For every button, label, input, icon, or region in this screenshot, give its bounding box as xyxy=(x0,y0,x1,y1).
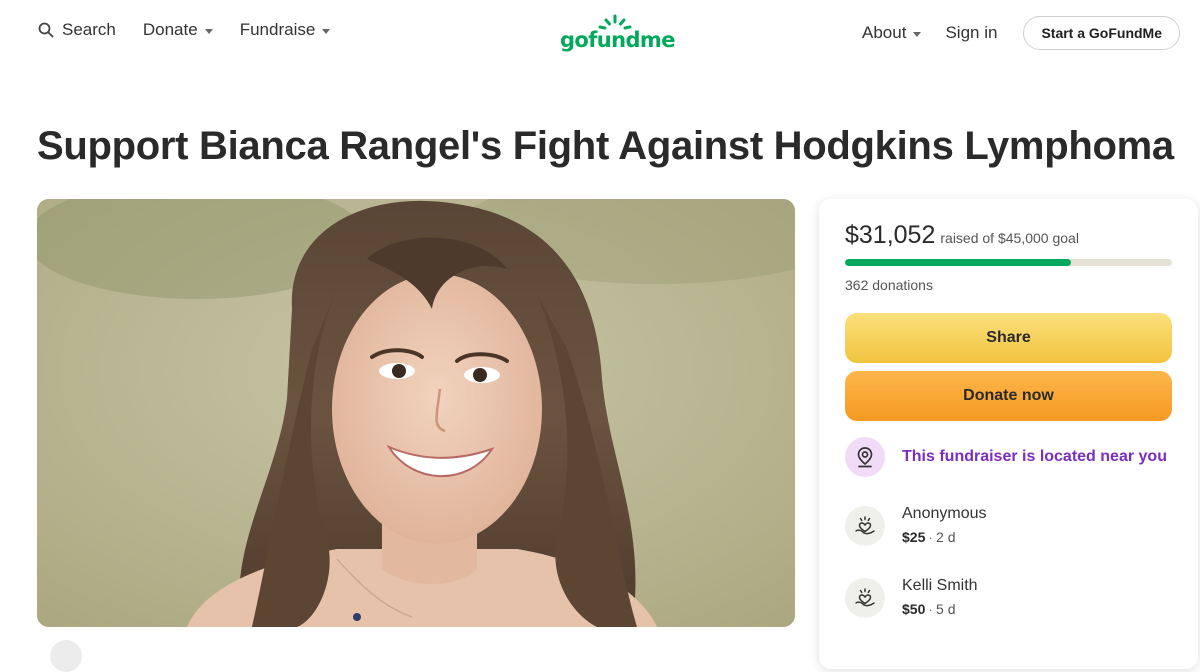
raised-summary: $31,052 raised of $45,000 goal xyxy=(845,221,1079,250)
donation-time: 5 d xyxy=(936,601,956,617)
chevron-down-icon xyxy=(913,31,922,37)
location-pin-icon xyxy=(845,437,885,477)
fundraiser-hero-image xyxy=(37,199,795,627)
about-menu[interactable]: About xyxy=(862,23,922,43)
progress-bar-fill xyxy=(845,259,1071,266)
logo-text: gofundme xyxy=(560,28,675,52)
donor-name: Anonymous xyxy=(902,505,987,522)
location-notice: This fundraiser is located near you xyxy=(845,437,1167,477)
chevron-down-icon xyxy=(204,28,213,34)
organizer-avatar xyxy=(50,640,82,672)
donation-time: 2 d xyxy=(936,529,956,545)
heart-hand-icon xyxy=(845,506,885,546)
gofundme-logo[interactable]: gofundme xyxy=(560,14,675,54)
donation-card: $31,052 raised of $45,000 goal 362 donat… xyxy=(819,199,1198,669)
donate-menu[interactable]: Donate xyxy=(143,20,213,40)
donate-menu-label: Donate xyxy=(142,20,198,39)
donation-amount: $25 xyxy=(902,529,926,545)
donation-info: Kelli Smith $50 · 5 d xyxy=(902,576,978,618)
raised-goal-text: raised of $45,000 goal xyxy=(940,230,1079,246)
location-notice-text: This fundraiser is located near you xyxy=(902,448,1167,465)
heart-hand-icon xyxy=(845,578,885,618)
site-header: Search Donate Fundraise gofundme About S… xyxy=(0,0,1200,66)
search-label: Search xyxy=(62,20,116,39)
chevron-down-icon xyxy=(322,28,331,34)
fundraise-menu-label: Fundraise xyxy=(239,20,316,39)
donation-count: 362 donations xyxy=(845,277,933,293)
donation-meta: $50 · 5 d xyxy=(902,601,956,617)
nav-right: About Sign in Start a GoFundMe xyxy=(862,16,1180,50)
about-menu-label: About xyxy=(862,23,907,42)
share-button-label: Share xyxy=(986,329,1031,346)
raised-amount: $31,052 xyxy=(845,221,936,249)
donation-meta: $25 · 2 d xyxy=(902,529,956,545)
progress-bar xyxy=(845,259,1172,266)
donation-amount: $50 xyxy=(902,601,926,617)
search-icon xyxy=(38,22,54,38)
sign-in-label: Sign in xyxy=(945,23,998,42)
donation-list-item: Anonymous $25 · 2 d xyxy=(845,504,987,546)
donate-now-button[interactable]: Donate now xyxy=(845,371,1172,421)
donation-info: Anonymous $25 · 2 d xyxy=(902,504,987,546)
donation-list-item: Kelli Smith $50 · 5 d xyxy=(845,576,978,618)
share-button[interactable]: Share xyxy=(845,313,1172,363)
nav-left: Search Donate Fundraise xyxy=(38,20,357,40)
start-gofundme-label: Start a GoFundMe xyxy=(1041,25,1162,41)
donor-name: Kelli Smith xyxy=(902,577,978,594)
start-gofundme-button[interactable]: Start a GoFundMe xyxy=(1023,16,1180,50)
search-button[interactable]: Search xyxy=(38,20,116,40)
fundraise-menu[interactable]: Fundraise xyxy=(240,20,331,40)
sign-in-link[interactable]: Sign in xyxy=(945,23,997,43)
page-title: Support Bianca Rangel's Fight Against Ho… xyxy=(37,124,1174,168)
donate-now-button-label: Donate now xyxy=(963,387,1054,404)
